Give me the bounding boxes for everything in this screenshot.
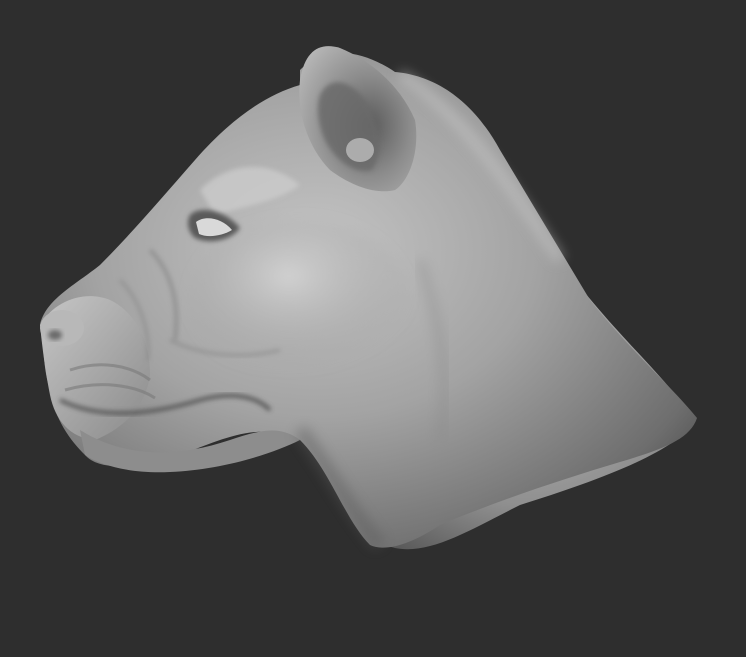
ear-fold — [346, 138, 374, 162]
nostril — [48, 330, 62, 340]
sculpt-viewport[interactable] — [0, 0, 746, 657]
lioness-sculpt-render — [40, 46, 697, 550]
nose — [40, 310, 84, 346]
